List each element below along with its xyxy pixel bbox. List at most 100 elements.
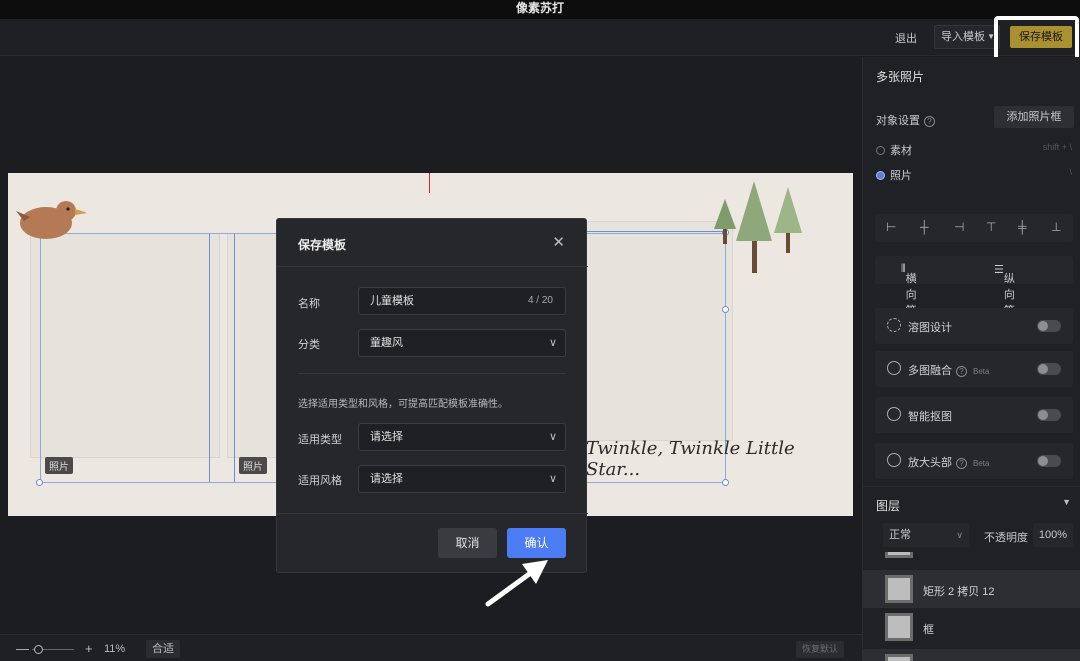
reset-default-button[interactable]: 恢复默认 — [796, 641, 844, 658]
distribute-h-button[interactable]: ⫴ 横向等距 — [901, 263, 917, 333]
layer-row[interactable] — [863, 552, 1080, 562]
save-template-dialog: 保存模板 ✕ 名称 儿童模板 4 / 20 分类 童趣风 ∨ 选择适用类型和风格… — [276, 218, 588, 573]
top-toolbar: 退出 导入模板 ▼ 保存模板 — [0, 19, 1080, 56]
chevron-down-icon: ∨ — [956, 530, 963, 540]
right-sidebar: 多张照片 对象设置? 添加照片框 素材 shift + \ 照片 \ ⊢ ┼ ⊣… — [862, 57, 1080, 661]
style-value: 请选择 — [370, 473, 403, 485]
fit-button[interactable]: 合适 — [146, 640, 180, 658]
center-guide — [429, 173, 430, 193]
import-template-label: 导入模板 — [941, 31, 985, 43]
resize-handle[interactable] — [722, 306, 729, 313]
blend-design-icon — [887, 318, 901, 332]
shortcut-hint: \ — [1069, 167, 1072, 177]
zoom-slider-handle[interactable] — [34, 645, 43, 654]
zoom-out-button[interactable]: — — [16, 641, 29, 656]
resize-handle[interactable] — [722, 479, 729, 486]
divider — [277, 513, 588, 514]
beta-badge: Beta — [973, 459, 990, 468]
divider — [298, 373, 566, 374]
category-select[interactable]: 童趣风 ∨ — [358, 329, 566, 357]
blend-mode-select[interactable]: 正常 ∨ — [883, 523, 969, 547]
align-right-icon[interactable]: ⊣ — [954, 220, 964, 234]
align-left-icon[interactable]: ⊢ — [886, 220, 896, 234]
style-label: 适用风格 — [298, 475, 342, 487]
help-icon[interactable]: ? — [924, 116, 935, 127]
object-settings: 对象设置? — [876, 112, 935, 128]
photo-tag: 照片 — [45, 457, 73, 474]
radio-photo[interactable]: 照片 — [876, 167, 912, 183]
divider — [277, 266, 588, 267]
caret-down-icon: ▼ — [1062, 497, 1071, 507]
zoom-value: 11% — [104, 643, 126, 655]
layer-thumbnail — [885, 654, 913, 661]
radio-material-label: 素材 — [890, 145, 912, 157]
layer-row-selected[interactable]: 矩形 2 拷贝 12 — [863, 570, 1080, 608]
layer-thumbnail — [885, 575, 913, 603]
name-value: 儿童模板 — [370, 295, 414, 307]
type-label: 适用类型 — [298, 434, 342, 446]
name-input[interactable]: 儿童模板 4 / 20 — [358, 287, 566, 315]
bird-illustration — [16, 201, 86, 239]
layer-name: 矩形 2 拷贝 12 — [923, 586, 995, 598]
multi-fusion-icon — [887, 361, 901, 375]
layer-thumbnail — [885, 613, 913, 641]
radio-selected-icon — [876, 171, 885, 180]
opacity-input[interactable]: 100% — [1033, 523, 1073, 547]
add-photo-frame-button[interactable]: 添加照片框 — [994, 106, 1074, 128]
feature-toggle[interactable] — [1037, 363, 1061, 375]
feature-toggle[interactable] — [1037, 409, 1061, 421]
cancel-button[interactable]: 取消 — [438, 528, 497, 558]
layers-title: 图层 — [876, 499, 901, 513]
name-label: 名称 — [298, 298, 320, 310]
feature-row-multi-fusion: 多图融合? Beta — [875, 351, 1073, 387]
feature-label: 多图融合? Beta — [908, 362, 989, 378]
feature-label-text: 放大头部 — [908, 457, 952, 469]
feature-label-text: 多图融合 — [908, 365, 952, 377]
zoom-in-button[interactable]: + — [85, 641, 93, 656]
window-title: 像素苏打 — [0, 0, 1080, 19]
feature-label: 溶图设计 — [908, 322, 952, 334]
feature-row-smart-cutout: 智能抠图 — [875, 397, 1073, 433]
layer-thumbnail — [885, 552, 913, 558]
radio-photo-label: 照片 — [890, 170, 912, 182]
exit-button[interactable]: 退出 — [895, 30, 917, 46]
smart-cutout-icon — [887, 407, 901, 421]
type-select[interactable]: 请选择 ∨ — [358, 423, 566, 451]
resize-handle[interactable] — [36, 479, 43, 486]
feature-toggle[interactable] — [1037, 455, 1061, 467]
close-icon[interactable]: ✕ — [552, 233, 565, 251]
feature-label: 放大头部? Beta — [908, 454, 989, 470]
category-value: 童趣风 — [370, 337, 403, 349]
pointer-arrow — [485, 560, 548, 607]
distribute-v-button[interactable]: ☰ 纵向等距 — [994, 263, 1015, 333]
photo-tag: 照片 — [239, 457, 267, 474]
blend-mode-value: 正常 — [889, 529, 911, 541]
layer-row[interactable] — [863, 649, 1080, 661]
style-select[interactable]: 请选择 ∨ — [358, 465, 566, 493]
layers-header[interactable]: 图层 ▼ — [863, 486, 1080, 516]
opacity-label: 不透明度 — [984, 532, 1028, 544]
align-center-v-icon[interactable]: ╪ — [1018, 220, 1027, 234]
beta-badge: Beta — [973, 367, 990, 376]
align-bottom-icon[interactable]: ⊥ — [1051, 220, 1061, 234]
chevron-down-icon: ∨ — [548, 473, 557, 485]
layer-row[interactable]: 框 — [863, 608, 1080, 646]
confirm-button[interactable]: 确认 — [507, 528, 566, 558]
category-label: 分类 — [298, 339, 320, 351]
help-icon[interactable]: ? — [956, 458, 967, 469]
help-icon[interactable]: ? — [956, 366, 967, 377]
distribute-toolbar: ⫴ 横向等距 ☰ 纵向等距 — [875, 256, 1073, 333]
hint-text: 选择适用类型和风格，可提高匹配模板准确性。 — [298, 399, 508, 410]
shortcut-hint: shift + \ — [1042, 142, 1072, 152]
align-center-h-icon[interactable]: ┼ — [920, 220, 929, 234]
feature-row-enlarge-head: 放大头部? Beta — [875, 443, 1073, 479]
align-toolbar: ⊢ ┼ ⊣ ⊤ ╪ ⊥ — [875, 214, 1073, 242]
feature-label: 智能抠图 — [908, 411, 952, 423]
feature-toggle[interactable] — [1037, 320, 1061, 332]
panel-title: 多张照片 — [876, 70, 925, 84]
radio-material[interactable]: 素材 — [876, 142, 912, 158]
import-template-dropdown[interactable]: 导入模板 ▼ — [934, 25, 1000, 49]
chevron-down-icon: ∨ — [548, 337, 557, 349]
align-top-icon[interactable]: ⊤ — [986, 220, 996, 234]
bottom-bar: — + 11% 合适 恢复默认 — [0, 634, 862, 661]
